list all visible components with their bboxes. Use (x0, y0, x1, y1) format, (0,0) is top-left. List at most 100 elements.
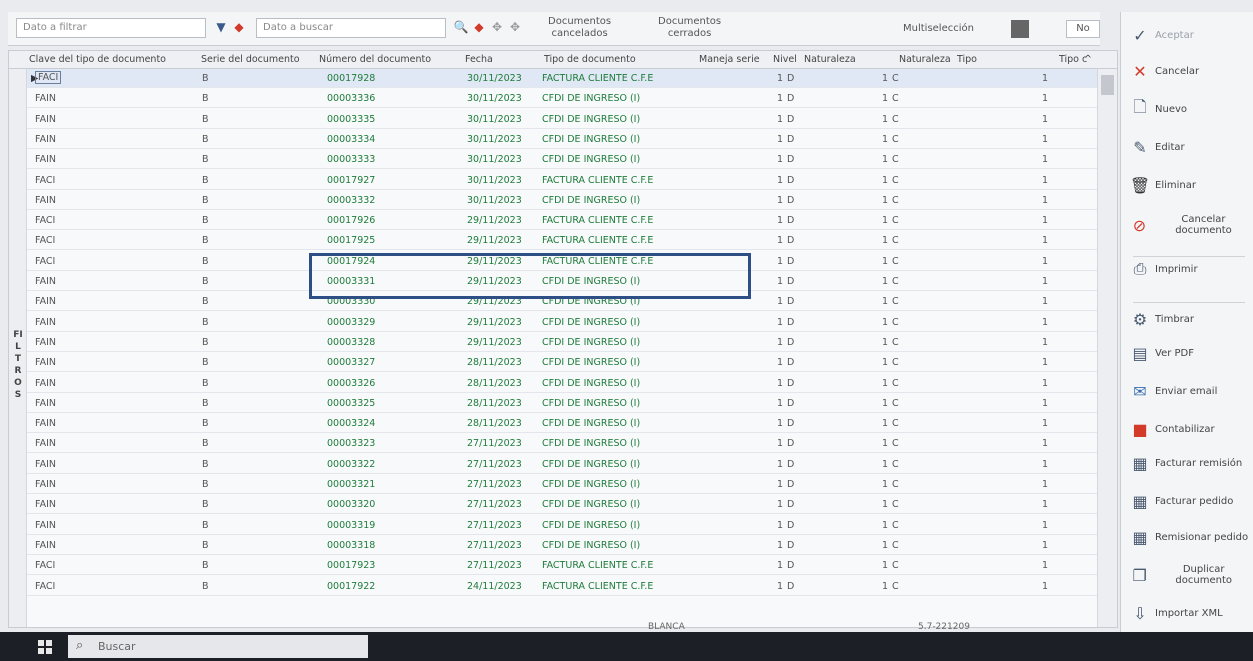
action-label: Cancelar (1155, 65, 1200, 77)
cell-maneja-serie: 1 (777, 519, 784, 531)
cell-clave: FAIN (35, 154, 56, 166)
cell-tipo: 1 (1042, 438, 1049, 450)
enviar-email-button[interactable]: ✉ Enviar email (1129, 376, 1253, 406)
cell-fecha: 28/11/2023 (467, 397, 522, 409)
eliminar-button[interactable]: 🗑 Eliminar (1129, 170, 1253, 200)
cell-tipo: 1 (1042, 418, 1049, 430)
table-row[interactable]: FAIN B 00003318 27/11/2023 CFDI DE INGRESO (… (27, 536, 1099, 555)
table-row[interactable]: FAIN B 00003327 28/11/2023 CFDI DE INGRESO (… (27, 353, 1099, 373)
table-row[interactable]: FAIN B 00003324 28/11/2023 CFDI DE INGRESO (… (27, 414, 1099, 434)
table-row[interactable]: FAIN B 00003321 27/11/2023 CFDI DE INGRESO (… (27, 475, 1099, 494)
cell-nivel: D (787, 580, 795, 592)
table-row[interactable]: FAIN B 00003334 30/11/2023 CFDI DE INGRESO (… (27, 130, 1099, 149)
docs-cancelados-toggle[interactable]: Documentos cancelados (548, 16, 611, 40)
cell-clave: FACI (35, 71, 62, 84)
table-row[interactable]: FAIN B 00003329 29/11/2023 CFDI DE INGRESO (… (27, 313, 1099, 332)
cell-fecha: 30/11/2023 (467, 93, 522, 105)
table-row[interactable]: FACI B 00017925 29/11/2023 FACTURA CLIENTE C… (27, 231, 1099, 251)
facturar-pedido-button[interactable]: ▦ Facturar pedido (1129, 486, 1253, 516)
col-clave[interactable]: Clave del tipo de documento (29, 54, 166, 65)
cell-naturaleza: 1 (882, 479, 889, 490)
table-row[interactable]: FACI B 00017923 27/11/2023 FACTURA CLIENTE C… (27, 556, 1099, 576)
cell-tipo: CFDI DE INGRESO (I) (542, 519, 641, 531)
cell-naturaleza-2: C (892, 438, 899, 450)
table-row[interactable]: ▶ FACI B 00017928 30/11/2023 FACTURA CLIENTE … (27, 69, 1099, 88)
cell-tipo: 1 (1042, 357, 1049, 369)
filter-input[interactable]: Dato a filtrar (16, 18, 206, 38)
table-row[interactable]: FAIN B 00003332 30/11/2023 CFDI DE INGRESO (… (27, 191, 1099, 210)
cell-fecha: 27/11/2023 (467, 539, 522, 551)
aceptar-button[interactable]: ✓ Aceptar (1129, 20, 1253, 50)
cell-tipo: FACTURA CLIENTE C.F.E (542, 580, 654, 592)
ver-pdf-button[interactable]: ▤ Ver PDF (1129, 338, 1253, 368)
table-row[interactable]: FACI B 00017926 29/11/2023 FACTURA CLIENTE C… (27, 211, 1099, 231)
nuevo-button[interactable]: 🗋 Nuevo (1129, 94, 1253, 124)
table-row[interactable]: FAIN B 00003328 29/11/2023 CFDI DE INGRESO (… (27, 333, 1099, 352)
windows-start-icon[interactable] (38, 640, 52, 654)
funnel-icon[interactable]: ▼ (212, 18, 230, 36)
cell-numero: 00003320 (327, 499, 376, 511)
importar-xml-button[interactable]: ⇩ Importar XML (1129, 598, 1253, 628)
cell-tipo: 1 (1042, 174, 1049, 186)
sort-up-icon[interactable]: ^ (1084, 54, 1092, 65)
col-serie[interactable]: Serie del documento (201, 54, 300, 65)
timbrar-button[interactable]: ⚙ Timbrar (1129, 304, 1253, 334)
col-maneja-serie[interactable]: Maneja serie (699, 54, 760, 65)
next-result-icon[interactable]: ✥ (506, 18, 524, 36)
cell-naturaleza: 1 (882, 133, 889, 145)
cell-numero: 00003322 (327, 458, 376, 470)
col-naturaleza-2[interactable]: Naturaleza (899, 54, 951, 65)
col-numero[interactable]: Número del documento (319, 54, 431, 65)
prev-result-icon[interactable]: ✥ (488, 18, 506, 36)
edit-icon: ✎ (1133, 137, 1147, 157)
col-nivel[interactable]: Nivel (773, 54, 797, 65)
col-tipo-2[interactable]: Tipo (957, 54, 977, 65)
cell-fecha: 30/11/2023 (467, 194, 522, 206)
action-pane: ✓ Aceptar ✕ Cancelar 🗋 Nuevo ✎ Editar 🗑 Eliminar ⊘… (1120, 12, 1253, 632)
remisionar-pedido-button[interactable]: ▦ Remisionar pedido (1129, 522, 1253, 552)
cell-tipo: CFDI DE INGRESO (I) (542, 479, 641, 490)
editar-button[interactable]: ✎ Editar (1129, 132, 1253, 162)
duplicar-documento-button[interactable]: ❐ Duplicar documento (1129, 560, 1253, 590)
contabilizar-button[interactable]: ■ Contabilizar (1129, 414, 1253, 444)
cell-nivel: D (787, 560, 795, 572)
col-tipo[interactable]: Tipo de documento (544, 54, 636, 65)
magnifier-icon[interactable]: 🔍 (452, 18, 470, 36)
cancelar-documento-button[interactable]: ⊘ Cancelar documento (1129, 210, 1253, 240)
status-blanca: BLANCA (648, 622, 685, 632)
col-naturaleza[interactable]: Naturaleza (804, 54, 856, 65)
cell-tipo: 1 (1042, 194, 1049, 206)
cell-naturaleza: 1 (882, 276, 889, 287)
clear-search-icon[interactable]: ◆ (470, 18, 488, 36)
cell-maneja-serie: 1 (777, 215, 784, 227)
table-row[interactable]: FAIN B 00003319 27/11/2023 CFDI DE INGRESO (… (27, 516, 1099, 535)
search-field[interactable]: Dato a buscar (256, 18, 446, 38)
table-row[interactable]: FAIN B 00003333 30/11/2023 CFDI DE INGRESO (… (27, 150, 1099, 170)
table-row[interactable]: FAIN B 00003323 27/11/2023 CFDI DE INGRESO (… (27, 434, 1099, 454)
cell-clave: FAIN (35, 458, 56, 470)
table-row[interactable]: FACI B 00017927 30/11/2023 FACTURA CLIENTE C… (27, 171, 1099, 190)
table-row[interactable]: FAIN B 00003326 28/11/2023 CFDI DE INGRESO (… (27, 374, 1099, 393)
grid-scrollbar[interactable] (1097, 69, 1117, 627)
cell-numero: 00003328 (327, 336, 376, 348)
facturar-remisión-button[interactable]: ▦ Facturar remisión (1129, 448, 1253, 478)
table-row[interactable]: FAIN B 00003325 28/11/2023 CFDI DE INGRESO (… (27, 394, 1099, 413)
cell-naturaleza: 1 (882, 255, 889, 267)
multiseleccion-toggle[interactable]: No (1066, 20, 1100, 38)
cell-clave: FAIN (35, 133, 56, 145)
imprimir-button[interactable]: ⎙ Imprimir (1129, 254, 1253, 284)
taskbar-search[interactable]: ⌕ Buscar (68, 635, 368, 658)
table-row[interactable]: FAIN B 00003320 27/11/2023 CFDI DE INGRESO (… (27, 495, 1099, 515)
table-row[interactable]: FACI B 00017922 24/11/2023 FACTURA CLIENTE C… (27, 577, 1099, 596)
col-tipo-c[interactable]: Tipo c (1059, 54, 1087, 65)
eraser-icon[interactable]: ◆ (230, 18, 248, 36)
cell-clave: FACI (35, 580, 56, 592)
table-row[interactable]: FAIN B 00003335 30/11/2023 CFDI DE INGRESO (… (27, 110, 1099, 129)
table-row[interactable]: FAIN B 00003322 27/11/2023 CFDI DE INGRESO (… (27, 455, 1099, 474)
filters-side-tab[interactable]: FILTROS (9, 69, 27, 627)
col-fecha[interactable]: Fecha (465, 54, 493, 65)
docs-cerrados-toggle[interactable]: Documentos cerrados (658, 16, 721, 40)
scroll-thumb[interactable] (1101, 75, 1114, 95)
table-row[interactable]: FAIN B 00003336 30/11/2023 CFDI DE INGRESO (… (27, 89, 1099, 109)
cancelar-button[interactable]: ✕ Cancelar (1129, 56, 1253, 86)
